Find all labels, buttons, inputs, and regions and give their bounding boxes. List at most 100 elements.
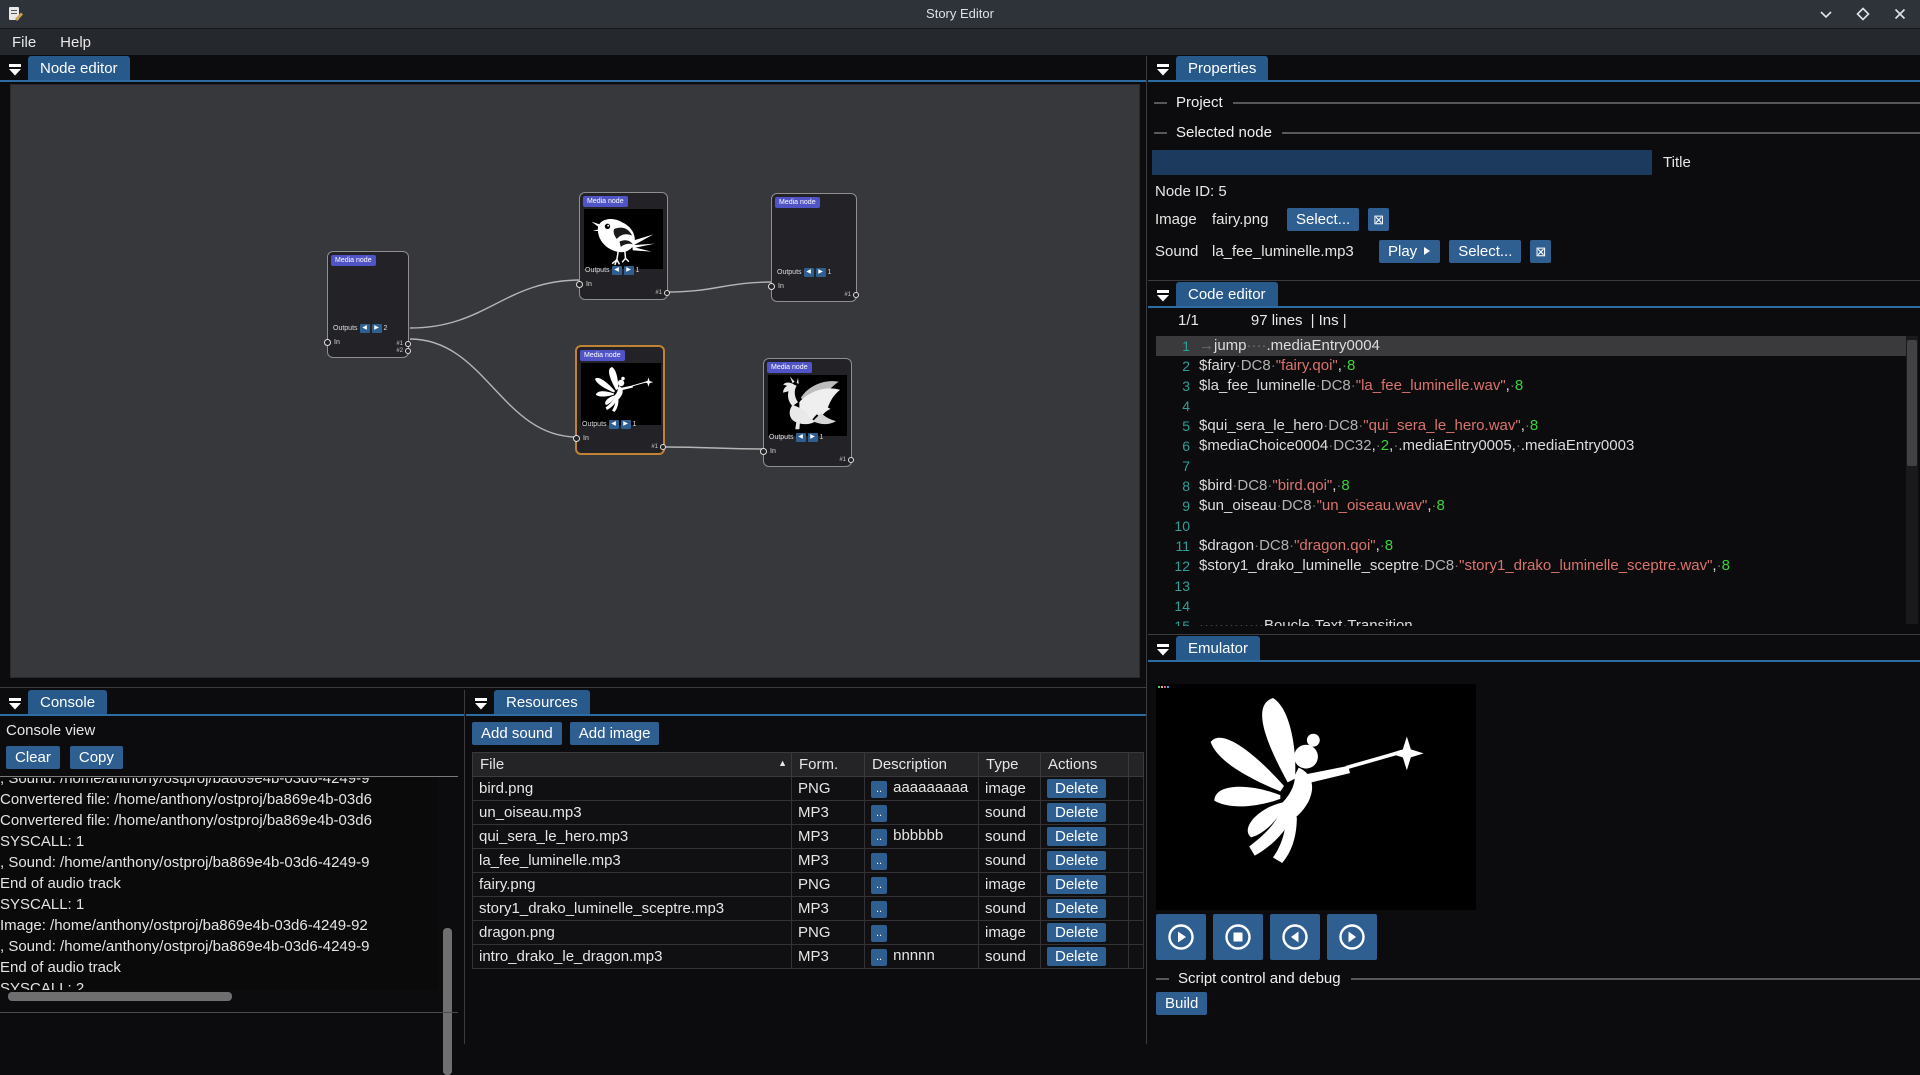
delete-button[interactable]: Delete: [1047, 779, 1106, 798]
outputs-next-button[interactable]: ▶: [621, 420, 631, 429]
code-line[interactable]: 15·············Boucle·Text·Transition: [1156, 616, 1906, 626]
edit-description-button[interactable]: ..: [871, 877, 887, 894]
column-header-file[interactable]: File▲: [473, 753, 792, 777]
console-vertical-scrollbar[interactable]: [443, 928, 452, 1075]
title-input[interactable]: [1152, 150, 1652, 175]
output-port[interactable]: [848, 457, 854, 463]
media-node[interactable]: Media nodeOutputs◀▶1In#1: [579, 192, 668, 300]
edit-description-button[interactable]: ..: [871, 925, 887, 942]
code-line[interactable]: 7: [1156, 456, 1906, 476]
panel-divider[interactable]: [1148, 280, 1920, 281]
column-header-description[interactable]: Description: [865, 753, 979, 777]
collapse-resources-icon[interactable]: [471, 693, 491, 713]
media-node[interactable]: Media nodeOutputs◀▶1In#1: [763, 358, 852, 467]
column-header-form-[interactable]: Form.: [792, 753, 865, 777]
stop-button[interactable]: [1213, 914, 1263, 960]
sound-play-button[interactable]: Play: [1379, 240, 1440, 263]
step-back-button[interactable]: [1270, 914, 1320, 960]
output-port[interactable]: [660, 444, 666, 450]
outputs-prev-button[interactable]: ◀: [609, 420, 619, 429]
edit-description-button[interactable]: ..: [871, 781, 887, 798]
delete-button[interactable]: Delete: [1047, 923, 1106, 942]
outputs-next-button[interactable]: ▶: [808, 433, 818, 442]
collapse-properties-icon[interactable]: [1153, 59, 1173, 79]
tab-node-editor[interactable]: Node editor: [28, 56, 130, 82]
code-line[interactable]: 9$un_oiseau·DC8·"un_oiseau.wav",·8: [1156, 496, 1906, 516]
column-header-spacer[interactable]: [1129, 753, 1144, 777]
code-line[interactable]: 2$fairy·DC8·"fairy.qoi",·8: [1156, 356, 1906, 376]
media-node[interactable]: Media nodeOutputs◀▶1In#1: [771, 193, 857, 302]
sound-clear-button[interactable]: ⊠: [1530, 240, 1551, 263]
code-line[interactable]: 12$story1_drako_luminelle_sceptre·DC8·"s…: [1156, 556, 1906, 576]
code-line[interactable]: 13: [1156, 576, 1906, 596]
outputs-next-button[interactable]: ▶: [816, 268, 826, 277]
edit-description-button[interactable]: ..: [871, 829, 887, 846]
tab-properties[interactable]: Properties: [1176, 56, 1268, 82]
delete-button[interactable]: Delete: [1047, 827, 1106, 846]
copy-button[interactable]: Copy: [70, 746, 123, 769]
code-line[interactable]: 4: [1156, 396, 1906, 416]
delete-button[interactable]: Delete: [1047, 803, 1106, 822]
outputs-prev-button[interactable]: ◀: [360, 324, 370, 333]
build-button[interactable]: Build: [1156, 992, 1207, 1015]
tab-code-editor[interactable]: Code editor: [1176, 282, 1278, 308]
output-port[interactable]: [405, 341, 411, 347]
input-port[interactable]: [576, 281, 583, 288]
tab-emulator[interactable]: Emulator: [1176, 636, 1260, 662]
media-node[interactable]: Media nodeOutputs◀▶2In#1#2: [327, 251, 409, 358]
media-node[interactable]: Media nodeOutputs◀▶1In#1: [575, 345, 665, 455]
maximize-icon[interactable]: [1854, 5, 1871, 22]
column-header-actions[interactable]: Actions: [1041, 753, 1129, 777]
input-port[interactable]: [324, 339, 331, 346]
edit-description-button[interactable]: ..: [871, 949, 887, 966]
code-line[interactable]: 11$dragon·DC8·"dragon.qoi",·8: [1156, 536, 1906, 556]
output-port[interactable]: [853, 292, 859, 298]
panel-divider[interactable]: [1146, 56, 1147, 1044]
play-button[interactable]: [1156, 914, 1206, 960]
clear-button[interactable]: Clear: [6, 746, 60, 769]
code-line[interactable]: 10: [1156, 516, 1906, 536]
outputs-prev-button[interactable]: ◀: [796, 433, 806, 442]
delete-button[interactable]: Delete: [1047, 875, 1106, 894]
outputs-next-button[interactable]: ▶: [624, 266, 634, 275]
add-image-button[interactable]: Add image: [570, 722, 660, 745]
console-horizontal-scrollbar[interactable]: [8, 992, 232, 1001]
panel-divider[interactable]: [1148, 634, 1920, 635]
code-line[interactable]: 5$qui_sera_le_hero·DC8·"qui_sera_le_hero…: [1156, 416, 1906, 436]
menu-help[interactable]: Help: [48, 32, 103, 53]
step-forward-button[interactable]: [1327, 914, 1377, 960]
input-port[interactable]: [573, 435, 580, 442]
collapse-console-icon[interactable]: [5, 693, 25, 713]
input-port[interactable]: [768, 283, 775, 290]
edit-description-button[interactable]: ..: [871, 901, 887, 918]
collapse-code-editor-icon[interactable]: [1153, 285, 1173, 305]
menu-file[interactable]: File: [0, 32, 48, 53]
add-sound-button[interactable]: Add sound: [472, 722, 562, 745]
edit-description-button[interactable]: ..: [871, 805, 887, 822]
minimize-icon[interactable]: [1817, 5, 1834, 22]
delete-button[interactable]: Delete: [1047, 851, 1106, 870]
code-line[interactable]: 8$bird·DC8·"bird.qoi",·8: [1156, 476, 1906, 496]
sound-select-button[interactable]: Select...: [1449, 240, 1521, 263]
outputs-next-button[interactable]: ▶: [372, 324, 382, 333]
edit-description-button[interactable]: ..: [871, 853, 887, 870]
close-icon[interactable]: [1891, 5, 1908, 22]
panel-divider[interactable]: [0, 687, 1146, 688]
delete-button[interactable]: Delete: [1047, 947, 1106, 966]
output-port[interactable]: [405, 348, 411, 354]
tab-console[interactable]: Console: [28, 690, 107, 716]
code-scrollbar-thumb[interactable]: [1907, 340, 1917, 466]
tab-resources[interactable]: Resources: [494, 690, 590, 716]
column-header-type[interactable]: Type: [979, 753, 1041, 777]
code-scrollbar[interactable]: [1906, 336, 1918, 624]
outputs-prev-button[interactable]: ◀: [804, 268, 814, 277]
code-line[interactable]: 14: [1156, 596, 1906, 616]
input-port[interactable]: [760, 448, 767, 455]
collapse-emulator-icon[interactable]: [1153, 639, 1173, 659]
panel-divider[interactable]: [464, 690, 465, 1044]
image-select-button[interactable]: Select...: [1287, 208, 1359, 231]
code-line[interactable]: 1→jump····.mediaEntry0004: [1156, 336, 1906, 356]
collapse-node-editor-icon[interactable]: [5, 59, 25, 79]
code-area[interactable]: 1→jump····.mediaEntry00042$fairy·DC8·"fa…: [1156, 336, 1906, 626]
outputs-prev-button[interactable]: ◀: [612, 266, 622, 275]
